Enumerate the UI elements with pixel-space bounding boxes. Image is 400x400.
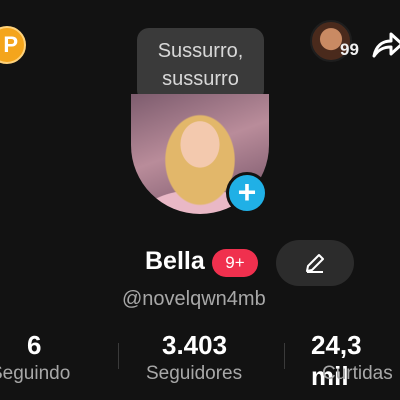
add-story-button[interactable]: + xyxy=(226,172,268,214)
following-count[interactable]: 6 xyxy=(27,330,41,361)
stat-divider xyxy=(284,343,285,369)
notification-badge[interactable]: 9+ xyxy=(212,249,258,277)
username: @novelqwn4mb xyxy=(122,288,266,310)
following-label[interactable]: Seguindo xyxy=(0,363,70,385)
share-icon[interactable] xyxy=(370,30,400,60)
edit-profile-button[interactable] xyxy=(276,240,354,286)
stat-divider xyxy=(118,343,119,369)
tooltip-line-1: Sussurro, xyxy=(157,40,244,62)
profile-name: Bella xyxy=(145,247,205,275)
tooltip-line-2: sussurro xyxy=(162,68,239,90)
friend-count: 99 xyxy=(340,40,359,59)
coin-letter: P xyxy=(3,32,18,57)
coin-icon[interactable]: P xyxy=(0,26,26,64)
followers-count[interactable]: 3.403 xyxy=(162,330,227,361)
pencil-icon xyxy=(306,254,324,273)
followers-label[interactable]: Seguidores xyxy=(146,363,242,385)
likes-label[interactable]: Curtidas xyxy=(322,363,393,385)
whisper-tooltip: Sussurro, sussurro xyxy=(137,28,264,102)
